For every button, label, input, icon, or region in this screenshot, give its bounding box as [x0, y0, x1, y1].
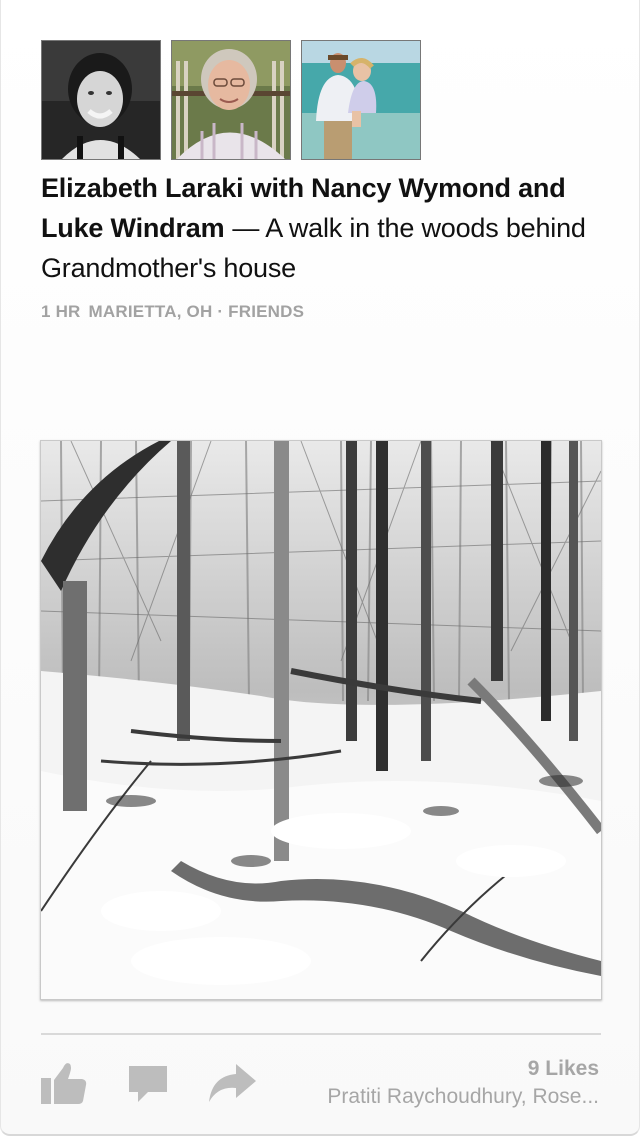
headline-dash: — [232, 213, 260, 243]
like-button[interactable] [39, 1058, 89, 1108]
post-headline: Elizabeth Laraki with Nancy Wymond and L… [41, 168, 601, 288]
share-button[interactable] [206, 1058, 256, 1108]
comment-button[interactable] [126, 1058, 176, 1108]
footer-divider [41, 1033, 601, 1035]
luke-windram-avatar[interactable] [301, 40, 421, 160]
post-meta: 1 HR MARIETTA, OH · FRIENDS [41, 302, 304, 322]
comment-icon [129, 1066, 167, 1102]
post-location-privacy[interactable]: MARIETTA, OH · FRIENDS [89, 302, 305, 321]
post-time[interactable]: 1 HR [41, 302, 81, 321]
likers-list[interactable]: Pratiti Raychoudhury, Rose... [279, 1085, 599, 1109]
tagged-people-avatars [41, 40, 421, 160]
likes-count[interactable]: 9 Likes [528, 1057, 599, 1081]
snowy-woods-photo[interactable] [40, 440, 602, 1000]
like-icon [41, 1063, 87, 1104]
nancy-wymond-avatar[interactable] [171, 40, 291, 160]
post-card: Elizabeth Laraki with Nancy Wymond and L… [0, 0, 640, 1136]
elizabeth-laraki-avatar[interactable] [41, 40, 161, 160]
share-icon [209, 1064, 256, 1102]
